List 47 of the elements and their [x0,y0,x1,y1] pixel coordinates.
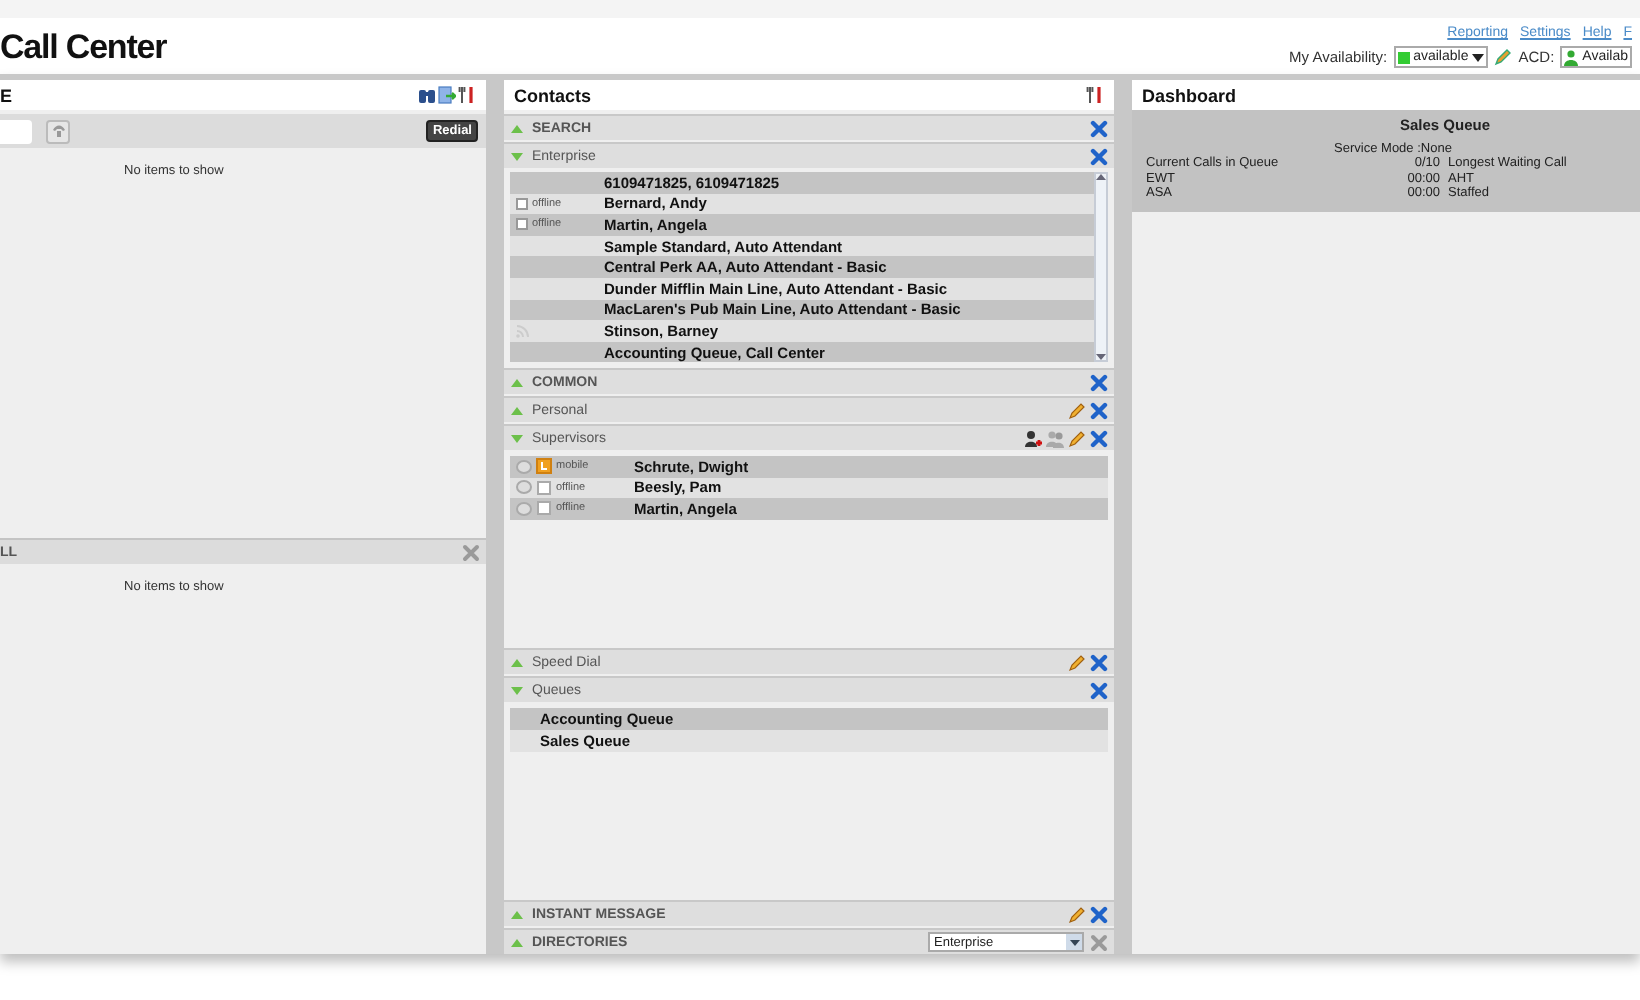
app-title: Call Center [0,28,167,68]
close-icon[interactable] [1090,429,1108,447]
mobile-status-icon [536,458,552,475]
checkbox[interactable] [516,218,528,231]
close-icon[interactable] [1090,119,1108,137]
caret-icon [510,377,524,387]
panel-title: E [0,85,13,105]
pencil-icon[interactable] [1068,653,1086,671]
caret-icon [510,405,524,415]
tools-icon[interactable] [458,86,476,104]
close-icon[interactable] [1090,905,1108,923]
pencil-icon[interactable] [1494,48,1513,66]
close-icon[interactable] [1090,933,1108,951]
caret-icon [510,433,524,443]
scrollbar[interactable] [1094,172,1108,362]
radio-button[interactable] [516,459,532,474]
tools-icon[interactable] [1086,86,1104,104]
binoculars-icon[interactable] [418,86,436,104]
call-button[interactable] [46,119,70,143]
caret-icon [510,657,524,667]
radio-button[interactable] [516,501,532,516]
person-icon [1564,49,1579,65]
caret-icon [510,685,524,695]
close-icon[interactable] [1090,373,1108,391]
status-square-icon [1397,51,1410,63]
close-icon[interactable] [1090,147,1108,165]
radio-button[interactable] [516,480,532,495]
caret-icon [510,909,524,919]
caret-icon [510,937,524,947]
feed-icon [516,323,530,338]
pencil-icon[interactable] [1068,905,1086,923]
panel-title: Dashboard [1142,85,1237,105]
caret-icon [1472,53,1485,61]
add-person-icon[interactable] [1024,429,1042,447]
close-icon[interactable] [1090,681,1108,699]
caret-icon [1096,174,1106,180]
checkbox[interactable] [516,197,528,210]
caret-icon [510,123,524,133]
caret-icon [1096,354,1106,360]
caret-icon [510,151,524,161]
caret-icon [1069,939,1079,945]
close-icon[interactable] [462,543,480,561]
close-icon[interactable] [1090,653,1108,671]
panel-title: Contacts [514,85,592,105]
phone-icon [51,124,65,138]
close-icon[interactable] [1090,401,1108,419]
dial-input[interactable] [0,119,32,143]
